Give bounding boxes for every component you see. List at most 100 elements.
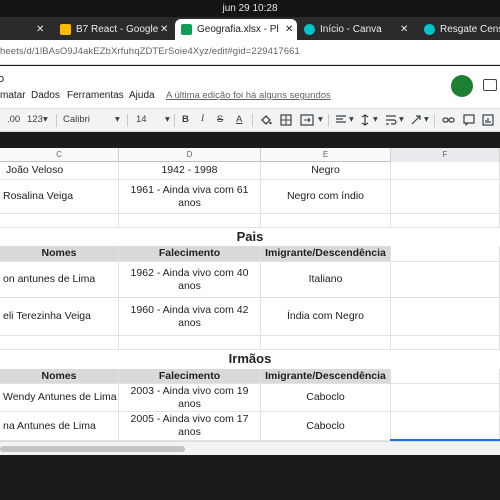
menu-ferramentas[interactable]: Ferramentas (67, 90, 124, 101)
menu-dados[interactable]: Dados (31, 90, 60, 101)
chevron-down-icon[interactable]: ▾ (399, 114, 404, 125)
cell-descendencia[interactable]: Caboclo (261, 384, 391, 412)
bold-button[interactable]: B (182, 114, 189, 125)
cell-descendencia[interactable]: Italiano (261, 262, 391, 298)
header-falecimento[interactable]: Falecimento (119, 369, 261, 384)
cell-falecimento[interactable]: 1960 - Ainda viva com 42 anos (119, 298, 261, 336)
cell-descendencia[interactable]: Negro com índio (261, 180, 391, 214)
cell-empty[interactable] (391, 214, 500, 228)
chevron-down-icon[interactable]: ▾ (373, 114, 378, 125)
cell-empty[interactable] (391, 246, 500, 262)
cell-falecimento[interactable]: 2003 - Ainda vivo com 19 anos (119, 384, 261, 412)
decimal-button[interactable]: .00 (7, 114, 20, 125)
section-title-irmaos[interactable]: Irmãos (200, 351, 300, 366)
font-family-select[interactable]: Calibri (63, 114, 90, 125)
tab-close-icon[interactable]: ✕ (400, 19, 408, 40)
browser-tab-canva[interactable]: Início - Canva ✕ (298, 19, 416, 40)
font-size-select[interactable]: 14 (136, 114, 147, 125)
tab-close-icon[interactable]: ✕ (160, 19, 168, 40)
cell-empty[interactable] (0, 214, 119, 228)
cell-empty[interactable] (391, 336, 500, 350)
horizontal-scrollbar[interactable] (0, 441, 500, 455)
scrollbar-thumb[interactable] (0, 446, 185, 452)
align-horizontal-icon[interactable] (335, 115, 347, 125)
cell-empty[interactable] (0, 336, 119, 350)
toolbar-divider (174, 114, 175, 127)
url-field[interactable]: heets/d/1lBAsO9J4akEZbXrfuhqZDTErSoie4Xy… (0, 46, 300, 57)
insert-chart-icon[interactable] (482, 114, 494, 126)
chevron-down-icon[interactable]: ▾ (349, 114, 354, 125)
cell-empty[interactable] (391, 180, 500, 214)
chevron-down-icon[interactable]: ▾ (424, 114, 429, 125)
merge-cells-icon[interactable] (300, 114, 314, 126)
link-icon[interactable] (442, 115, 455, 125)
cell-empty[interactable] (119, 214, 261, 228)
text-rotation-icon[interactable] (410, 114, 422, 126)
cell-name[interactable]: Wendy Antunes de Lima (0, 384, 119, 412)
table-row: eli Terezinha Veiga 1960 - Ainda viva co… (0, 298, 500, 336)
tab-close-icon[interactable]: ✕ (36, 19, 44, 40)
chevron-down-icon[interactable]: ▾ (115, 114, 120, 125)
cell-empty[interactable] (391, 412, 500, 441)
column-header-f[interactable]: F (391, 148, 500, 162)
comment-add-icon[interactable] (463, 114, 475, 126)
system-top-bar: jun 29 10:28 (0, 0, 500, 17)
text-wrap-icon[interactable] (385, 114, 397, 126)
browser-tab-partial[interactable]: ✕ (0, 19, 55, 40)
format-number-button[interactable]: 123 (27, 114, 43, 125)
cell-falecimento[interactable]: 1942 - 1998 (119, 162, 261, 180)
header-descendencia[interactable]: Imigrante/Descendência (261, 369, 391, 384)
table-row (0, 336, 500, 350)
comment-icon[interactable] (483, 79, 497, 91)
header-nomes[interactable]: Nomes (0, 369, 119, 384)
cell-empty[interactable] (119, 336, 261, 350)
column-header-e[interactable]: E (261, 148, 391, 162)
column-header-c[interactable]: C (0, 148, 119, 162)
cell-empty[interactable] (391, 369, 500, 384)
cell-name[interactable]: on antunes de Lima (0, 262, 119, 298)
cell-descendencia[interactable]: Caboclo (261, 412, 391, 441)
chevron-down-icon[interactable]: ▾ (43, 114, 48, 125)
cell-name[interactable]: Rosalina Veiga (0, 180, 119, 214)
align-vertical-icon[interactable] (360, 114, 370, 126)
chevron-down-icon[interactable]: ▾ (318, 114, 323, 125)
tab-close-icon[interactable]: ✕ (285, 19, 293, 40)
header-descendencia[interactable]: Imigrante/Descendência (261, 246, 391, 262)
cell-name[interactable]: eli Terezinha Veiga (0, 298, 119, 336)
cell-descendencia[interactable]: Negro (261, 162, 391, 180)
browser-tab-geografia[interactable]: Geografia.xlsx - Pl ✕ (175, 19, 297, 40)
google-sheets-icon (181, 24, 192, 35)
strikethrough-button[interactable]: S (217, 114, 223, 125)
canva-icon (424, 24, 435, 35)
header-falecimento[interactable]: Falecimento (119, 246, 261, 262)
cell-falecimento[interactable]: 1962 - Ainda vivo com 40 anos (119, 262, 261, 298)
header-nomes[interactable]: Nomes (0, 246, 119, 262)
column-header-d[interactable]: D (119, 148, 261, 162)
cell-empty[interactable] (261, 214, 391, 228)
cell-descendencia[interactable]: Índia com Negro (261, 298, 391, 336)
cell-empty[interactable] (391, 262, 500, 298)
browser-tab-resgate[interactable]: Resgate Censi (418, 19, 500, 40)
browser-tab-b7-react[interactable]: B7 React - Google ✕ (56, 19, 174, 40)
borders-icon[interactable] (280, 114, 292, 126)
cell-name[interactable]: na Antunes de Lima (0, 412, 119, 441)
cell-name[interactable]: João Veloso (0, 162, 119, 180)
menu-ajuda[interactable]: Ajuda (129, 90, 155, 101)
cell-empty[interactable] (391, 298, 500, 336)
system-clock[interactable]: jun 29 10:28 (222, 3, 277, 14)
cell-falecimento[interactable]: 2005 - Ainda vivo com 17 anos (119, 412, 261, 441)
section-title-pais[interactable]: Pais (200, 229, 300, 244)
last-edit-link[interactable]: A última edição foi há alguns segundos (166, 90, 331, 101)
italic-button[interactable]: I (201, 114, 204, 124)
document-title[interactable]: o (0, 73, 4, 85)
avatar[interactable] (451, 75, 473, 97)
chevron-down-icon[interactable]: ▾ (165, 114, 170, 125)
cell-empty[interactable] (261, 336, 391, 350)
menu-format[interactable]: matar (0, 90, 26, 101)
cell-empty[interactable] (391, 384, 500, 412)
fill-color-icon[interactable] (260, 114, 272, 126)
cell-falecimento[interactable]: 1961 - Ainda viva com 61 anos (119, 180, 261, 214)
text-color-button[interactable]: A (236, 114, 242, 125)
cell-empty[interactable] (391, 162, 500, 180)
table-header-row: Nomes Falecimento Imigrante/Descendência (0, 246, 500, 262)
